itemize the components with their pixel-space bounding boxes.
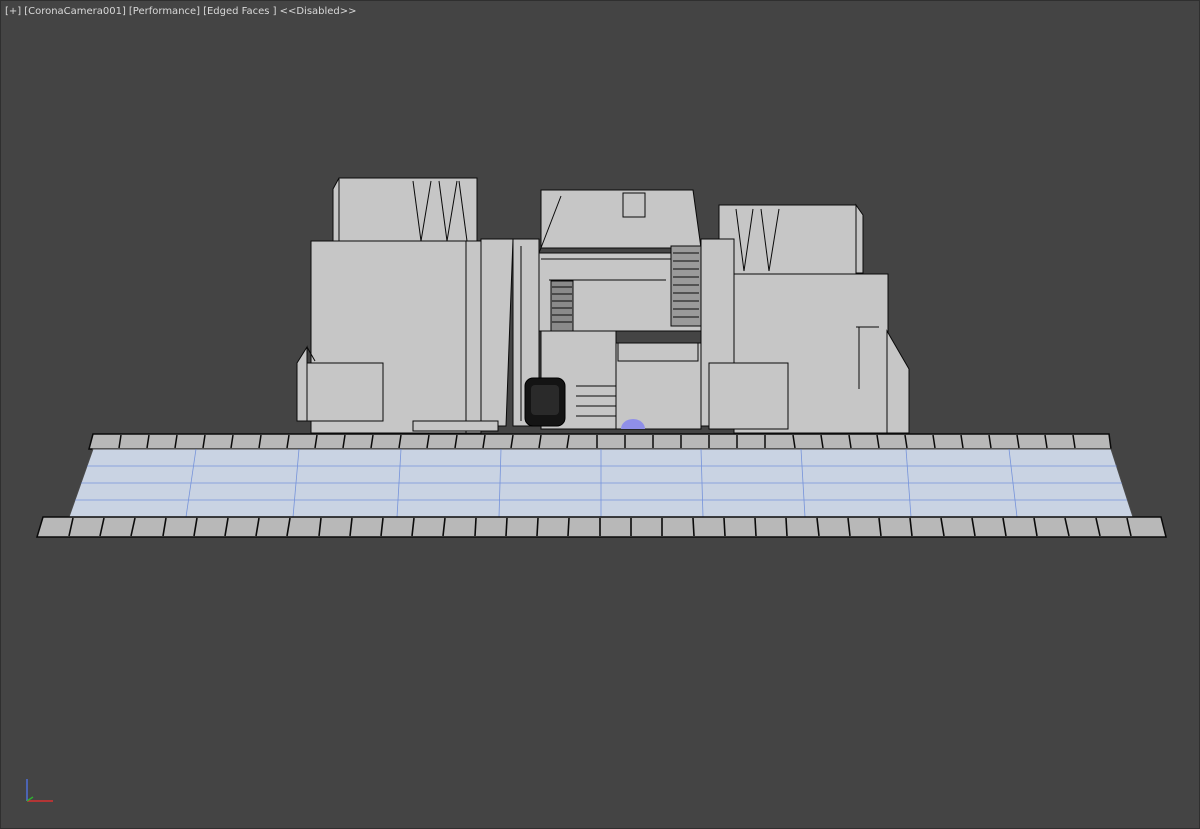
building-right-upper [718,203,864,275]
scene-render[interactable] [1,1,1199,828]
curb-front [35,516,1167,538]
ground-plane [68,448,1134,518]
axis-tripod-icon [26,779,53,802]
building-left-upper [332,177,478,244]
building-left-main [296,238,514,434]
car-wireframe [524,377,566,427]
camera-viewport[interactable]: [+] [CoronaCamera001] [Performance] [Edg… [0,0,1200,829]
curb-back [88,433,1112,450]
